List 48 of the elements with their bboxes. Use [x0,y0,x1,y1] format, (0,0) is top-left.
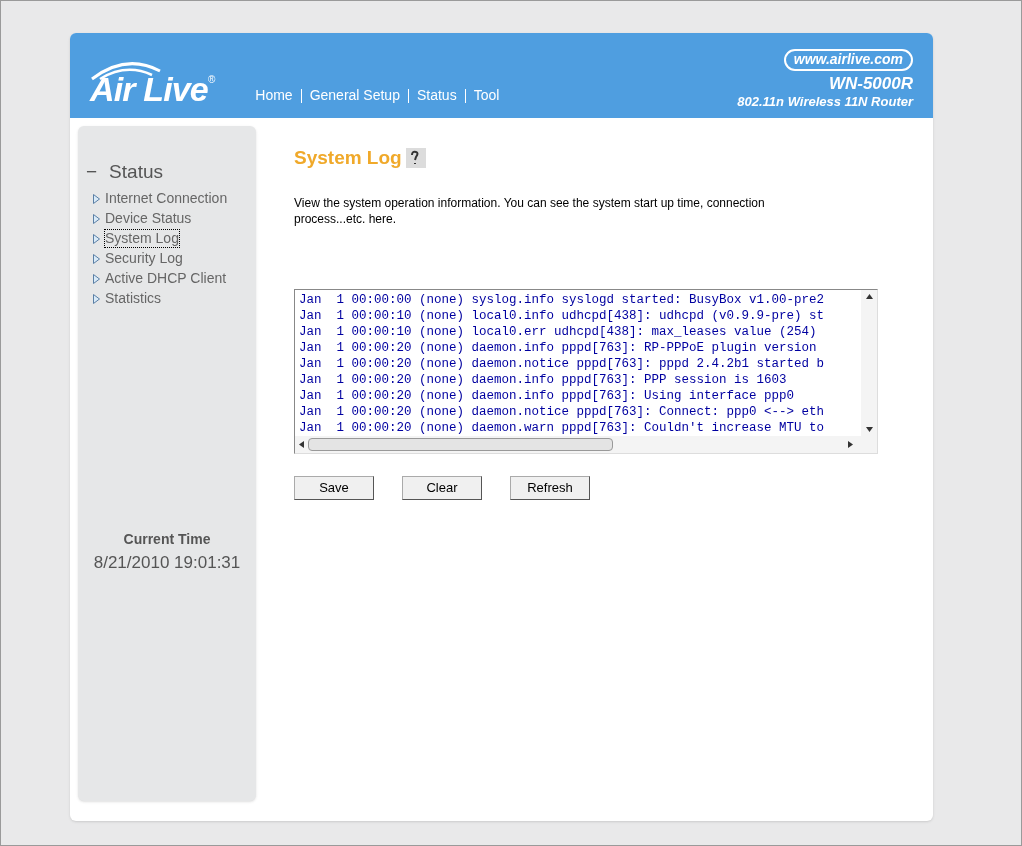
registered-mark: ® [207,73,216,85]
scroll-right-icon[interactable] [848,440,853,448]
log-line: Jan 1 00:00:00 (none) syslog.info syslogd started: BusyBox v1.00-pre2 [299,291,826,308]
section-title: Status [109,160,163,184]
sidebar-link[interactable]: Statistics [105,289,161,308]
triangle-icon [93,213,100,224]
sidebar-link[interactable]: Device Status [105,209,192,228]
log-line: Jan 1 00:00:20 (none) daemon.info pppd[763]: PPP session is 1603 [299,371,788,388]
nav-link[interactable]: Status [416,85,457,106]
model-subtitle: 802.11n Wireless 11N Router [737,93,913,110]
action-button[interactable]: Save [294,475,374,500]
time-label: Current Time [123,529,211,549]
collapse-toggle[interactable]: − [86,158,98,187]
triangle-icon [93,233,100,244]
horizontal-scrollbar[interactable] [295,435,877,453]
triangle-icon [93,273,100,284]
vertical-scrollbar[interactable] [861,289,877,436]
triangle-icon [93,193,100,204]
nav-link[interactable]: Home [255,85,293,106]
triangle-icon [93,293,100,304]
scroll-thumb[interactable] [308,437,613,451]
logo-text: Air Live [90,72,208,106]
model-name: WN-5000R [828,72,913,94]
sidebar-link[interactable]: Active DHCP Client [105,269,227,288]
log-textarea[interactable] [294,288,878,454]
sidebar-link[interactable]: Internet Connection [105,189,228,208]
log-line: Jan 1 00:00:10 (none) local0.info udhcpd[438]: udhcpd (v0.9.9-pre) st [299,307,826,324]
scroll-down-icon[interactable] [865,426,873,432]
log-line: Jan 1 00:00:20 (none) daemon.warn pppd[763]: Couldn't increase MTU to [299,419,826,436]
action-button[interactable]: Refresh [510,475,590,500]
sidebar-link[interactable]: Security Log [105,249,183,268]
help-icon[interactable] [405,148,426,169]
sidebar-link[interactable]: System Log [105,229,179,248]
scroll-up-icon[interactable] [865,293,873,299]
log-line: Jan 1 00:00:20 (none) daemon.notice pppd[763]: Connect: ppp0 <--> eth [299,403,826,420]
log-line: Jan 1 00:00:20 (none) daemon.info pppd[763]: Using interface ppp0 [299,387,796,404]
nav-link[interactable]: General Setup [309,85,400,106]
page-title: System Log [294,146,402,170]
log-line: Jan 1 00:00:10 (none) local0.err udhcpd[438]: max_leases value (254) [299,323,818,340]
time-value: 8/21/2010 19:01:31 [93,551,241,574]
action-button[interactable]: Clear [402,475,482,500]
scroll-left-icon[interactable] [299,440,304,448]
log-line: Jan 1 00:00:20 (none) daemon.info pppd[763]: RP-PPPoE plugin version [299,339,818,356]
website-url: www.airlive.com [783,49,913,71]
description-text: View the system operation information. You can see the system start up time, connection process...etc. here. [294,194,766,227]
log-line: Jan 1 00:00:20 (none) daemon.notice pppd[763]: pppd 2.4.2b1 started b [299,355,826,372]
triangle-icon [93,253,100,264]
nav-link[interactable]: Tool [473,85,500,106]
